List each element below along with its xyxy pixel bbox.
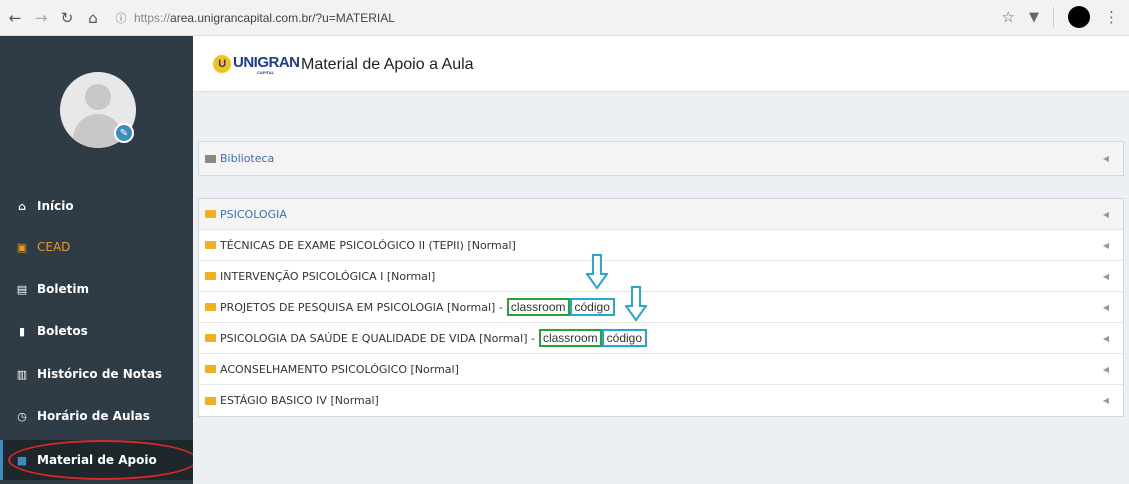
course-label: INTERVENÇÃO PSICOLÓGICA I [Normal]	[220, 269, 436, 283]
sidebar-item-historico[interactable]: ▥ Histórico de Notas	[0, 354, 193, 394]
folder-icon	[205, 303, 216, 311]
home-nav-icon[interactable]: ⌂	[82, 7, 104, 29]
home-icon: ⌂	[18, 199, 26, 213]
comment-icon: ▤	[16, 282, 28, 296]
sidebar-item-label: Histórico de Notas	[37, 367, 163, 381]
annotation-ellipse	[8, 440, 198, 480]
list-item[interactable]: PROJETOS DE PESQUISA EM PSICOLOGIA [Norm…	[199, 292, 1123, 323]
toolbar-divider	[1053, 7, 1054, 27]
address-bar[interactable]: ⓘ https://area.unigrancapital.com.br/?u=…	[112, 5, 1022, 31]
list-item[interactable]: INTERVENÇÃO PSICOLÓGICA I [Normal] ◀	[199, 261, 1123, 292]
clock-icon: ◷	[17, 409, 27, 423]
user-profile: ✎	[0, 36, 193, 176]
folder-icon	[205, 365, 216, 373]
sidebar-item-boletim[interactable]: ▤ Boletim	[0, 269, 193, 309]
sidebar-item-label: Início	[37, 199, 74, 213]
page-title: Material de Apoio a Aula	[301, 56, 474, 73]
codigo-link[interactable]: código	[569, 298, 615, 316]
caret-left-icon[interactable]: ◀	[1103, 396, 1109, 405]
course-label: PROJETOS DE PESQUISA EM PSICOLOGIA [Norm…	[220, 300, 503, 314]
profile-avatar-icon[interactable]	[1068, 6, 1090, 28]
url-protocol: https://	[134, 10, 171, 25]
edit-pencil-icon[interactable]: ✎	[114, 123, 134, 143]
logo-text: UNIGRAN	[233, 54, 300, 71]
folder-icon	[205, 396, 216, 405]
page-header: U UNIGRAN CAPITAL Material de Apoio a Aul…	[193, 36, 1129, 92]
play-icon: ▣	[16, 240, 28, 254]
logo-u-icon: U	[213, 55, 231, 73]
list-item[interactable]: PSICOLOGIA DA SAÚDE E QUALIDADE DE VIDA …	[199, 323, 1123, 354]
sidebar: ✎ ⌂ Início ▣ CEAD ▤ Boletim ▮ Boletos ▥ …	[0, 36, 193, 484]
caret-left-icon[interactable]: ◀	[1103, 303, 1109, 312]
classroom-link[interactable]: classroom	[538, 329, 602, 347]
annotation-arrow-down-icon	[625, 286, 647, 322]
list-item[interactable]: TÉCNICAS DE EXAME PSICOLÓGICO II (TEPII)…	[199, 230, 1123, 261]
browser-toolbar: ← → ↻ ⌂ ⓘ https://area.unigrancapital.co…	[0, 0, 1129, 36]
folder-icon	[205, 334, 216, 342]
url-text: area.unigrancapital.com.br/?u=MATERIAL	[170, 10, 395, 25]
course-label: PSICOLOGIA DA SAÚDE E QUALIDADE DE VIDA …	[220, 331, 535, 345]
avatar-head	[85, 84, 111, 110]
courses-panel: PSICOLOGIA ◀ TÉCNICAS DE EXAME PSICOLÓGI…	[198, 198, 1124, 417]
folder-icon	[205, 154, 216, 163]
library-row[interactable]: Biblioteca ◀	[199, 142, 1123, 175]
sidebar-item-label: Boletim	[37, 282, 89, 296]
reload-icon[interactable]: ↻	[56, 7, 78, 29]
sidebar-item-label: Horário de Aulas	[37, 409, 150, 423]
classroom-link[interactable]: classroom	[506, 298, 570, 316]
unigran-logo: U UNIGRAN CAPITAL	[213, 54, 300, 75]
list-item[interactable]: ACONSELHAMENTO PSICOLÓGICO [Normal] ◀	[199, 354, 1123, 385]
info-icon[interactable]: ⓘ	[112, 11, 130, 25]
caret-left-icon[interactable]: ◀	[1103, 210, 1109, 219]
caret-left-icon[interactable]: ◀	[1103, 241, 1109, 250]
menu-kebab-icon[interactable]: ⋮	[1104, 8, 1119, 26]
caret-left-icon[interactable]: ◀	[1103, 272, 1109, 281]
forward-icon[interactable]: →	[30, 7, 52, 29]
extension-icon[interactable]: ▼	[1029, 10, 1039, 25]
codigo-link[interactable]: código	[601, 329, 648, 347]
back-icon[interactable]: ←	[4, 7, 26, 29]
file-icon: ▮	[18, 324, 26, 338]
caret-left-icon[interactable]: ◀	[1103, 365, 1109, 374]
library-panel: Biblioteca ◀	[198, 141, 1124, 176]
sidebar-item-cead[interactable]: ▣ CEAD	[0, 227, 193, 267]
sidebar-item-inicio[interactable]: ⌂ Início	[0, 186, 193, 226]
sidebar-item-horario[interactable]: ◷ Horário de Aulas	[0, 396, 193, 436]
sidebar-item-boletos[interactable]: ▮ Boletos	[0, 311, 193, 351]
caret-left-icon[interactable]: ◀	[1103, 334, 1109, 343]
course-heading-row[interactable]: PSICOLOGIA ◀	[199, 199, 1123, 230]
course-label: ESTÁGIO BASICO IV [Normal]	[220, 394, 379, 407]
sidebar-item-label: Boletos	[37, 324, 88, 338]
caret-left-icon[interactable]: ◀	[1103, 154, 1109, 163]
course-label: ACONSELHAMENTO PSICOLÓGICO [Normal]	[220, 362, 459, 376]
folder-icon	[205, 241, 216, 249]
bookmark-star-icon[interactable]: ☆	[1002, 8, 1015, 26]
library-label: Biblioteca	[220, 152, 275, 165]
list-item[interactable]: ESTÁGIO BASICO IV [Normal] ◀	[199, 385, 1123, 416]
chart-icon: ▥	[16, 367, 28, 381]
folder-icon	[205, 272, 216, 280]
sidebar-item-label: CEAD	[37, 240, 71, 254]
course-heading-label: PSICOLOGIA	[220, 207, 287, 221]
folder-icon	[205, 210, 216, 218]
main-content: U UNIGRAN CAPITAL Material de Apoio a Aul…	[193, 36, 1129, 484]
annotation-arrow-down-icon	[586, 254, 608, 290]
course-label: TÉCNICAS DE EXAME PSICOLÓGICO II (TEPII)…	[220, 238, 516, 252]
